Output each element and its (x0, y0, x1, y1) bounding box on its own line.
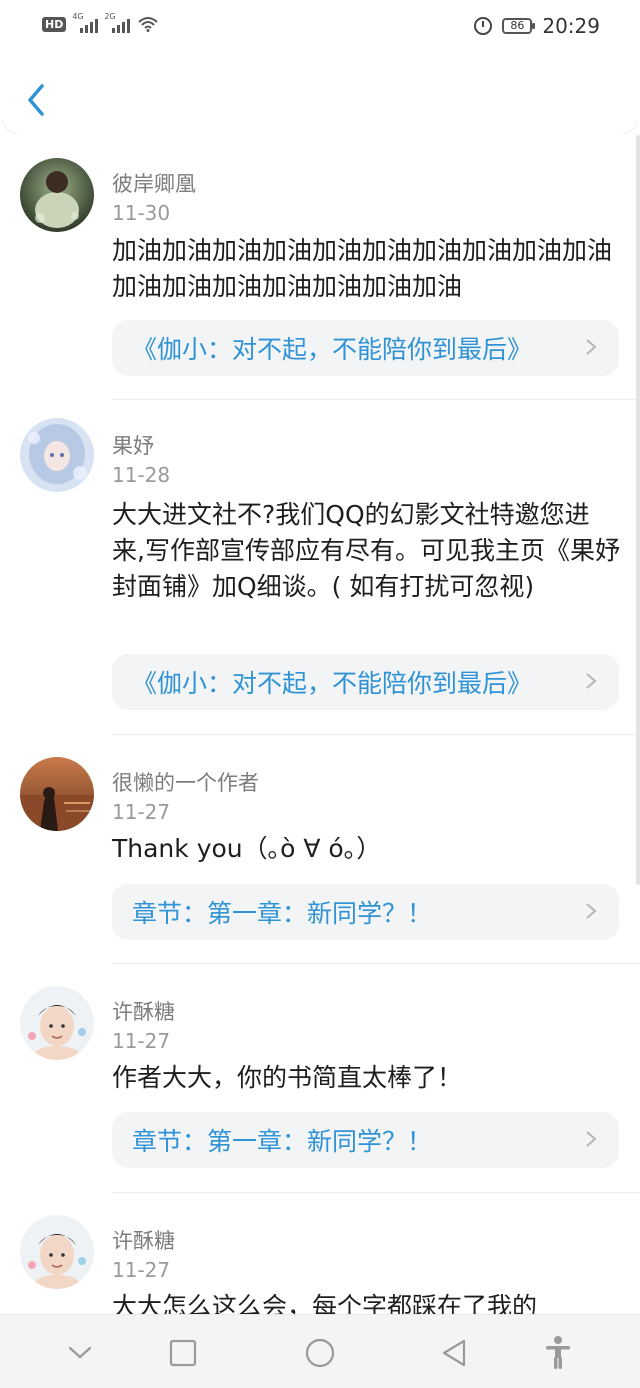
comment-source-text: 章节：第一章：新同学？！ (132, 1127, 433, 1156)
avatar[interactable] (20, 158, 94, 232)
nav-back-button[interactable] (434, 1333, 474, 1373)
circle-icon (305, 1338, 335, 1368)
comment-text: 加油加油加油加油加油加油加油加油加油加油加油加油加油加油加油加油加油 (112, 236, 613, 301)
comment-source-link[interactable]: 《伽小：对不起，不能陪你到最后》 (112, 654, 619, 710)
nav-accessibility-button[interactable] (538, 1333, 578, 1373)
avatar[interactable] (20, 986, 94, 1060)
chevron-down-icon (68, 1346, 92, 1359)
chevron-right-icon (586, 673, 597, 689)
comment-text: 作者大大，你的书简直太棒了！ (112, 1063, 463, 1092)
wifi-icon (138, 17, 159, 32)
back-arrow-icon[interactable] (22, 82, 52, 118)
signal-2g-label: 2G (104, 12, 116, 21)
comment-date: 11-28 (112, 463, 171, 487)
comment-text: Thank you（｡ò ∀ ó｡） (112, 834, 382, 863)
divider (112, 963, 640, 964)
comment-username[interactable]: 很懒的一个作者 (112, 767, 259, 797)
divider (112, 734, 640, 735)
comment-username[interactable]: 许酥糖 (112, 1225, 175, 1255)
chevron-right-icon (586, 903, 597, 919)
status-right: 86 20:29 (474, 14, 600, 38)
signal-4g-label: 4G (72, 12, 84, 21)
status-left: HD 4G 2G (42, 12, 159, 33)
comment-list[interactable]: 彼岸卿凰 11-30 加油加油加油加油加油加油加油加油加油加油加油加油加油加油加… (0, 134, 640, 1314)
battery-icon: 86 (502, 18, 536, 34)
nav-recents-button[interactable] (163, 1333, 203, 1373)
comment-date: 11-27 (112, 1029, 171, 1053)
comment-source-link[interactable]: 《伽小：对不起，不能陪你到最后》 (112, 320, 619, 376)
comment-username[interactable]: 彼岸卿凰 (112, 168, 196, 198)
system-nav-bar (0, 1314, 640, 1388)
comment-source-text: 《伽小：对不起，不能陪你到最后》 (132, 669, 533, 698)
scrollbar[interactable] (636, 135, 640, 885)
comment-source-link[interactable]: 章节：第一章：新同学？！ (112, 884, 619, 940)
comment-username[interactable]: 果妤 (112, 430, 154, 460)
comment-text: 大大怎么这么会，每个字都踩在了我的 (112, 1292, 538, 1314)
chevron-right-icon (586, 1131, 597, 1147)
chevron-right-icon (586, 339, 597, 355)
divider (112, 399, 640, 400)
comment-text: 大大进文社不?我们QQ的幻影文社特邀您进来,写作部宣传部应有尽有。可见我主页《果… (112, 500, 620, 601)
top-header (2, 54, 638, 134)
signal-4g-icon: 4G (72, 12, 99, 33)
accessibility-icon (546, 1336, 570, 1369)
comment-source-link[interactable]: 章节：第一章：新同学？！ (112, 1112, 619, 1168)
triangle-back-icon (442, 1339, 466, 1367)
square-icon (169, 1339, 197, 1367)
status-time: 20:29 (542, 14, 600, 38)
comment-date: 11-27 (112, 1258, 171, 1282)
avatar[interactable] (20, 418, 94, 492)
avatar[interactable] (20, 757, 94, 831)
comment-source-text: 章节：第一章：新同学？！ (132, 899, 433, 928)
comment-date: 11-30 (112, 201, 171, 225)
divider (112, 1192, 640, 1193)
nav-home-button[interactable] (300, 1333, 340, 1373)
comment-username[interactable]: 许酥糖 (112, 996, 175, 1026)
hd-indicator: HD (42, 16, 67, 32)
comment-date: 11-27 (112, 800, 171, 824)
alarm-icon (474, 17, 493, 35)
status-bar: HD 4G 2G 86 20:29 (0, 0, 640, 54)
avatar[interactable] (20, 1215, 94, 1289)
signal-2g-icon: 2G (104, 12, 131, 33)
nav-collapse-button[interactable] (60, 1333, 100, 1373)
comment-source-text: 《伽小：对不起，不能陪你到最后》 (132, 335, 533, 364)
